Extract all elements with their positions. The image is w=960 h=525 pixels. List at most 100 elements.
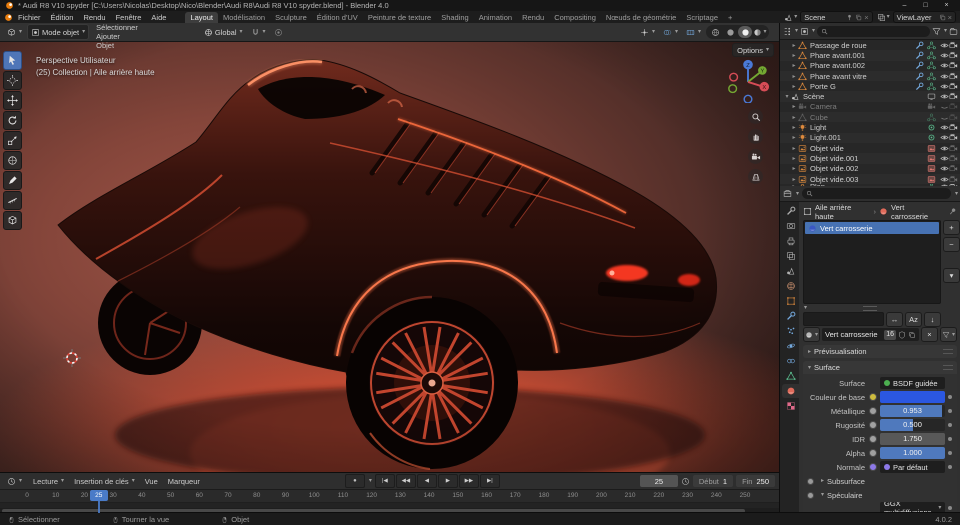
- options-dropdown[interactable]: Options ▾: [732, 43, 774, 57]
- zoom-button[interactable]: [748, 109, 763, 124]
- properties-tab-texture[interactable]: [782, 399, 799, 413]
- view-layer-selector[interactable]: ViewLayer ×: [892, 11, 956, 23]
- outliner-row-passage-de-roue[interactable]: ▸ Passage de roue: [780, 40, 960, 50]
- properties-tab-view-layer[interactable]: [782, 249, 799, 263]
- add-workspace-button[interactable]: +: [723, 12, 737, 23]
- timeline-ruler[interactable]: 0 10 20 30 40 50 60 70 80 90 100 110 120 130 140 150 160…: [0, 490, 779, 503]
- disclosure-toggle[interactable]: ▸: [790, 165, 798, 172]
- browse-material-button[interactable]: ▾: [803, 327, 821, 342]
- tab-n-uds-de-g-om-trie[interactable]: Nœuds de géométrie: [601, 12, 681, 23]
- navigation-gizmo[interactable]: Z Y X: [725, 57, 771, 103]
- tool-move[interactable]: [3, 91, 22, 110]
- properties-tab-constraints[interactable]: [782, 354, 799, 368]
- visibility-gizmos-dropdown[interactable]: ▾: [637, 25, 658, 39]
- outliner-row-cube[interactable]: ▸ Cube: [780, 112, 960, 123]
- viewport-menu-ajouter[interactable]: Ajouter: [91, 32, 143, 41]
- resize-grip[interactable]: [863, 305, 877, 311]
- auto-keying-toggle[interactable]: ●: [344, 474, 365, 488]
- timeline-menu-insertion-de-cl-s[interactable]: Insertion de clés ▾: [69, 477, 140, 486]
- tab-sculpture[interactable]: Sculpture: [270, 12, 312, 23]
- tool-measure[interactable]: [3, 191, 22, 210]
- tab-layout[interactable]: Layout: [185, 11, 218, 23]
- render-visibility-toggle-icon[interactable]: [949, 113, 958, 122]
- disclosure-toggle[interactable]: ▸: [790, 83, 798, 90]
- properties-search-input[interactable]: [802, 188, 951, 199]
- properties-tab-particles[interactable]: [782, 324, 799, 338]
- render-visibility-toggle-icon[interactable]: [949, 102, 958, 111]
- scene-browse-chevron[interactable]: ▾: [794, 14, 797, 20]
- menu-rendu[interactable]: Rendu: [78, 13, 110, 22]
- frame-start-field[interactable]: Début 1: [692, 475, 734, 487]
- scene-selector[interactable]: Scene ×: [800, 11, 873, 23]
- panel-surface[interactable]: ▾ Surface: [803, 361, 957, 374]
- tab-rendu[interactable]: Rendu: [517, 12, 549, 23]
- scene-icon[interactable]: [784, 13, 793, 22]
- outliner-row-objet-vide-002[interactable]: ▸ Objet vide.002: [780, 164, 960, 174]
- transport-prev-keyframe[interactable]: ◀◀: [395, 474, 416, 488]
- transport-jump-end[interactable]: ▶|: [479, 474, 500, 488]
- transport-play-reverse[interactable]: ◀: [416, 474, 437, 488]
- outliner-row-phare-avant-002[interactable]: ▸ Phare avant.002: [780, 61, 960, 71]
- disclosure-toggle[interactable]: ▸: [790, 114, 798, 121]
- tool-cursor[interactable]: [3, 71, 22, 90]
- render-visibility-toggle-icon[interactable]: [949, 164, 958, 173]
- visibility-toggle-icon[interactable]: [940, 144, 949, 153]
- visibility-toggle-icon[interactable]: [940, 72, 949, 81]
- tab-animation[interactable]: Animation: [474, 12, 517, 23]
- properties-tab-modifiers[interactable]: [782, 309, 799, 323]
- outliner-row-sc-ne[interactable]: ▾ Scène: [780, 91, 960, 102]
- tab-peinture-de-texture[interactable]: Peinture de texture: [363, 12, 436, 23]
- properties-tab-material[interactable]: [782, 384, 799, 398]
- surface-dropdown[interactable]: BSDF guidée: [880, 377, 945, 389]
- remove-material-slot-button[interactable]: −: [943, 237, 960, 252]
- pin-icon[interactable]: [846, 14, 853, 21]
- properties-tab-render[interactable]: [782, 219, 799, 233]
- playhead[interactable]: 25: [89, 490, 108, 501]
- camera-view-button[interactable]: [748, 149, 763, 164]
- breadcrumb-object[interactable]: Aile arrière haute: [815, 203, 870, 221]
- timeline-editor-type-button[interactable]: ▾: [4, 474, 25, 488]
- breadcrumb-material[interactable]: Vert carrosserie: [891, 203, 942, 221]
- blender-menu-icon[interactable]: [4, 13, 13, 22]
- visibility-toggle-icon[interactable]: [940, 113, 949, 122]
- panel-subsurface[interactable]: ▸ Subsurface: [807, 475, 955, 487]
- editor-type-button[interactable]: ▾: [4, 25, 25, 39]
- axis-neg-x-ball[interactable]: [729, 72, 739, 82]
- viewport-menu-s-lectionner[interactable]: Sélectionner: [91, 23, 143, 32]
- visibility-toggle-icon[interactable]: [940, 51, 949, 60]
- tab-scriptage[interactable]: Scriptage: [681, 12, 723, 23]
- m-tallique-slider[interactable]: 0.953: [880, 405, 945, 417]
- outliner-row-phare-avant-001[interactable]: ▸ Phare avant.001: [780, 50, 960, 61]
- tab-shading[interactable]: Shading: [436, 12, 474, 23]
- render-visibility-toggle-icon[interactable]: [949, 61, 958, 70]
- perspective-toggle-button[interactable]: [748, 169, 763, 184]
- menu-fen-tre[interactable]: Fenêtre: [111, 13, 147, 22]
- snapping-dropdown[interactable]: ▾: [263, 29, 266, 35]
- unlink-material-button[interactable]: ×: [920, 327, 938, 342]
- filter-icon[interactable]: [932, 27, 941, 36]
- tool-add-cube[interactable]: [3, 211, 22, 230]
- properties-tab-world[interactable]: [782, 279, 799, 293]
- new-collection-icon[interactable]: [949, 27, 958, 36]
- disclosure-toggle[interactable]: ▸: [790, 134, 798, 141]
- material-specials-button[interactable]: ▾: [939, 327, 957, 342]
- transport-next-keyframe[interactable]: ▶▶: [458, 474, 479, 488]
- tab-mod-lisation[interactable]: Modélisation: [218, 12, 270, 23]
- visibility-toggle-icon[interactable]: [940, 82, 949, 91]
- visibility-toggle-icon[interactable]: [940, 133, 949, 142]
- pin-icon[interactable]: [946, 205, 959, 218]
- material-name-field[interactable]: Vert carrosserie 16: [822, 328, 919, 341]
- panel-preview[interactable]: ▸ Prévisualisation: [803, 345, 957, 358]
- shading-material-button[interactable]: [738, 26, 752, 38]
- properties-tab-object-data[interactable]: [782, 369, 799, 383]
- tool-rotate[interactable]: [3, 111, 22, 130]
- disclosure-toggle[interactable]: ▾: [783, 93, 791, 100]
- normale-dropdown[interactable]: Par défaut: [880, 461, 945, 473]
- render-visibility-toggle-icon[interactable]: [949, 41, 958, 50]
- disclosure-toggle[interactable]: ▸: [790, 124, 798, 131]
- render-visibility-toggle-icon[interactable]: [949, 133, 958, 142]
- disclosure-toggle[interactable]: ▸: [790, 73, 798, 80]
- outliner-row-objet-vide-003[interactable]: ▸ Objet vide.003: [780, 173, 960, 185]
- disclosure-toggle[interactable]: ▸: [790, 62, 798, 69]
- properties-options-chevron[interactable]: ▾: [955, 191, 958, 197]
